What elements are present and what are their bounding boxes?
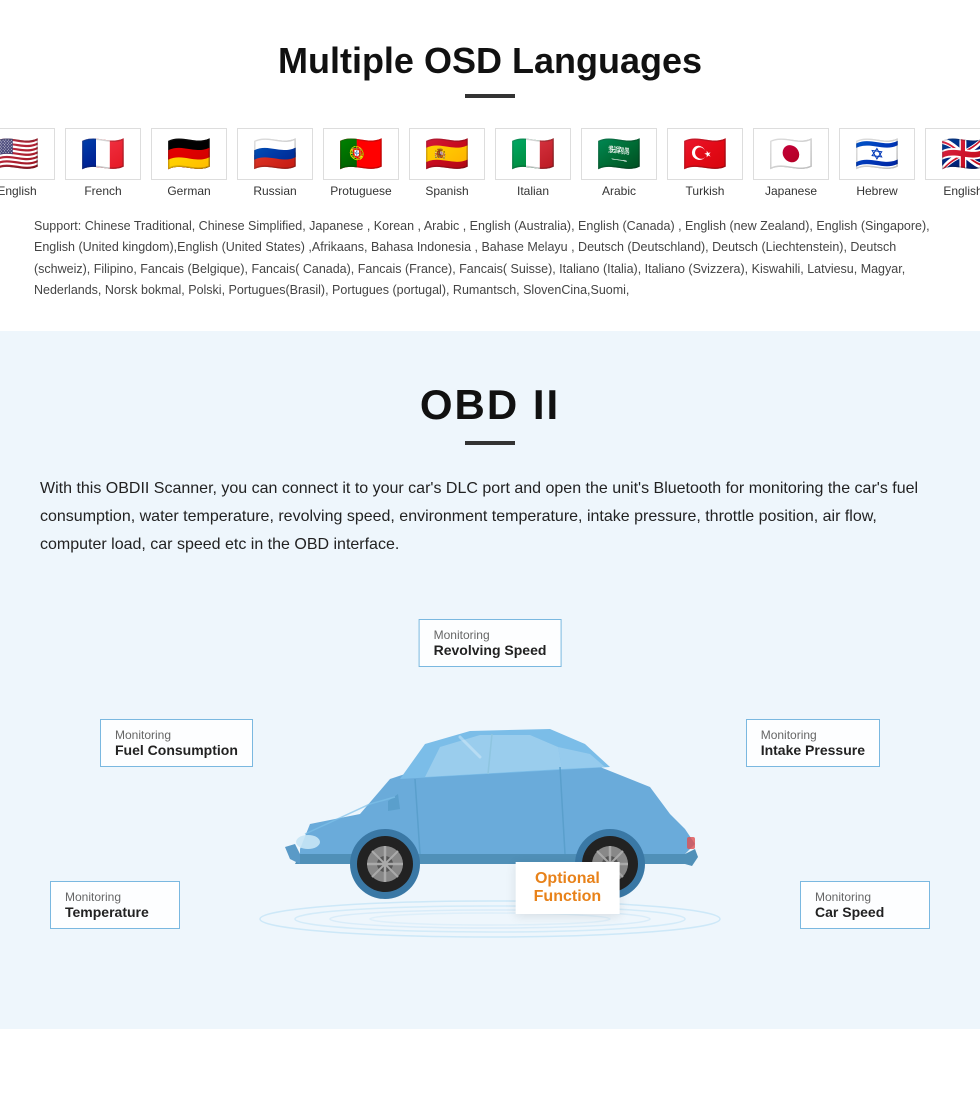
flag-emoji: 🇷🇺 bbox=[237, 128, 313, 180]
languages-title: Multiple OSD Languages bbox=[30, 40, 950, 82]
flag-label: German bbox=[167, 184, 210, 198]
flag-emoji: 🇸🇦 bbox=[581, 128, 657, 180]
flags-row: 🇺🇸English🇫🇷French🇩🇪German🇷🇺Russian🇵🇹Prot… bbox=[30, 128, 950, 198]
flag-label: Japanese bbox=[765, 184, 817, 198]
flag-label: Arabic bbox=[602, 184, 636, 198]
carspeed-sub: Monitoring bbox=[815, 890, 915, 904]
obd-section: OBD II With this OBDII Scanner, you can … bbox=[0, 331, 980, 1029]
flag-label: Spanish bbox=[425, 184, 468, 198]
flag-emoji: 🇬🇧 bbox=[925, 128, 980, 180]
flag-label: English bbox=[943, 184, 980, 198]
fuel-main: Fuel Consumption bbox=[115, 742, 238, 758]
optional-function-badge: Optional Function bbox=[516, 862, 620, 914]
flag-item: 🇫🇷 French bbox=[65, 128, 141, 198]
flag-item: 🇮🇹 Italian bbox=[495, 128, 571, 198]
flag-label: Turkish bbox=[686, 184, 725, 198]
temp-sub: Monitoring bbox=[65, 890, 165, 904]
flag-label: Hebrew bbox=[856, 184, 897, 198]
flag-emoji: 🇮🇹 bbox=[495, 128, 571, 180]
flag-item: 🇷🇺 Russian bbox=[237, 128, 313, 198]
flag-label: Protuguese bbox=[330, 184, 391, 198]
flag-emoji: 🇺🇸 bbox=[0, 128, 55, 180]
flag-item: 🇹🇷 Turkish bbox=[667, 128, 743, 198]
monitor-fuel: Monitoring Fuel Consumption bbox=[100, 719, 253, 767]
revolving-sub: Monitoring bbox=[434, 628, 547, 642]
flag-item: 🇪🇸 Spanish bbox=[409, 128, 485, 198]
flag-item: 🇮🇱 Hebrew bbox=[839, 128, 915, 198]
flag-item: 🇵🇹 Protuguese bbox=[323, 128, 399, 198]
monitor-carspeed: Monitoring Car Speed bbox=[800, 881, 930, 929]
flag-emoji: 🇮🇱 bbox=[839, 128, 915, 180]
flag-label: French bbox=[84, 184, 121, 198]
flag-emoji: 🇹🇷 bbox=[667, 128, 743, 180]
flag-label: Italian bbox=[517, 184, 549, 198]
flag-item: 🇩🇪 German bbox=[151, 128, 227, 198]
flag-emoji: 🇩🇪 bbox=[151, 128, 227, 180]
title-divider bbox=[465, 94, 515, 98]
monitor-temperature: Monitoring Temperature bbox=[50, 881, 180, 929]
support-text: Support: Chinese Traditional, Chinese Si… bbox=[30, 216, 950, 301]
flag-item: 🇯🇵 Japanese bbox=[753, 128, 829, 198]
temp-main: Temperature bbox=[65, 904, 165, 920]
intake-sub: Monitoring bbox=[761, 728, 865, 742]
flag-item: 🇬🇧 English bbox=[925, 128, 980, 198]
flag-emoji: 🇵🇹 bbox=[323, 128, 399, 180]
optional-line1: Optional bbox=[534, 870, 602, 888]
flag-item: 🇸🇦 Arabic bbox=[581, 128, 657, 198]
flag-item: 🇺🇸 English bbox=[0, 128, 55, 198]
flag-emoji: 🇯🇵 bbox=[753, 128, 829, 180]
languages-section: Multiple OSD Languages 🇺🇸 English 🇫🇷 French… bbox=[0, 0, 980, 331]
obd-title: OBD II bbox=[40, 381, 940, 429]
flag-emoji: 🇫🇷 bbox=[65, 128, 141, 180]
fuel-sub: Monitoring bbox=[115, 728, 238, 742]
carspeed-main: Car Speed bbox=[815, 904, 915, 920]
flag-emoji: 🇪🇸 bbox=[409, 128, 485, 180]
revolving-main: Revolving Speed bbox=[434, 642, 547, 658]
car-image bbox=[240, 659, 740, 939]
obd-divider bbox=[465, 441, 515, 445]
obd-description: With this OBDII Scanner, you can connect… bbox=[40, 475, 940, 559]
monitor-intake: Monitoring Intake Pressure bbox=[746, 719, 880, 767]
optional-line2: Function bbox=[534, 888, 602, 906]
flag-label: Russian bbox=[253, 184, 296, 198]
obd-diagram: Monitoring Revolving Speed Monitoring Fu… bbox=[40, 589, 940, 1009]
flag-label: English bbox=[0, 184, 37, 198]
intake-main: Intake Pressure bbox=[761, 742, 865, 758]
